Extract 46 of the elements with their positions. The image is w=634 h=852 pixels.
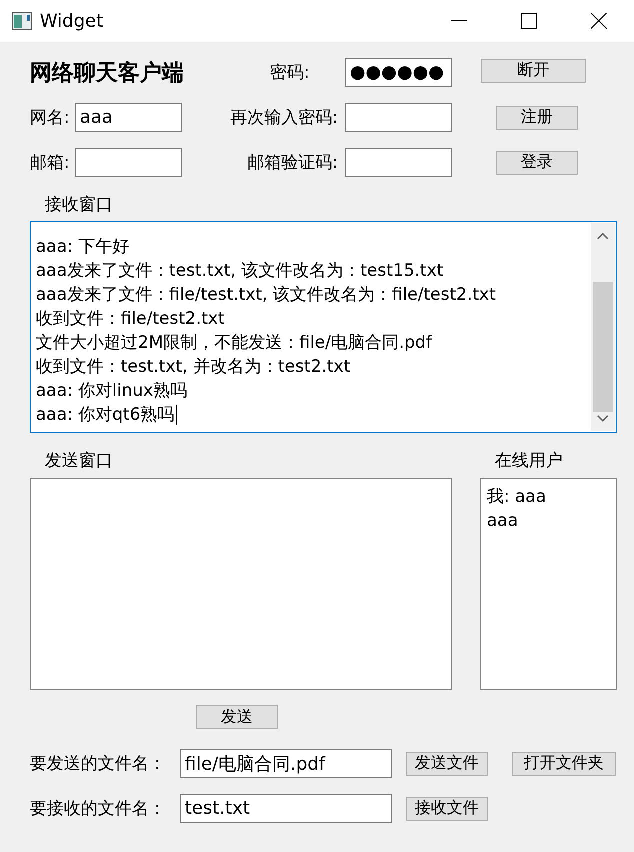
receive-file-field[interactable]: test.txt [180, 794, 392, 823]
user-list-item[interactable]: 我: aaa [487, 485, 610, 509]
message-line: aaa发来了文件：test.txt, 该文件改名为：test15.txt [36, 260, 444, 283]
message-line: aaa: 下午好 [36, 236, 130, 259]
receive-text-area[interactable]: aaa: 下午好 aaa发来了文件：test.txt, 该文件改名为：test15.txt aaa发来了文件：file/test.txt, 该文件改名为：file/test2.txt 收到文件：file/test2.txt 文件大小超过2M限制，不能发送：file/电脑合同.pdf 收到文件：test.txt, 并改名为：test2.txt aaa: 你对linux熟吗 aaa: 你对qt6熟吗 [30, 221, 617, 433]
send-button[interactable]: 发送 [196, 705, 278, 729]
app-icon [12, 12, 32, 30]
user-list-item[interactable]: aaa [487, 509, 610, 533]
message-line: 文件大小超过2M限制，不能发送：file/电脑合同.pdf [36, 332, 432, 355]
field-label: 邮箱验证码: [246, 152, 339, 174]
close-icon[interactable] [591, 13, 607, 29]
section-label: 接收窗口 [45, 194, 114, 216]
open-folder-button[interactable]: 打开文件夹 [512, 752, 616, 776]
message-line: aaa发来了文件：file/test.txt, 该文件改名为：file/test2.txt [36, 284, 496, 307]
maximize-icon[interactable] [521, 13, 537, 29]
field-label: 网名: [30, 107, 71, 129]
field-label: 要发送的文件名： [30, 753, 167, 775]
scroll-down-icon[interactable] [597, 415, 609, 423]
text-cursor [176, 405, 177, 426]
receive-file-button[interactable]: 接收文件 [406, 796, 488, 820]
field-label: 邮箱: [30, 152, 71, 174]
nickname-field[interactable]: aaa [75, 103, 182, 132]
app-heading: 网络聊天客户端 [30, 60, 185, 88]
window-title: Widget [40, 10, 104, 32]
email-field[interactable] [75, 148, 182, 177]
scroll-up-icon[interactable] [597, 232, 609, 240]
email-code-field[interactable] [345, 148, 452, 177]
register-button[interactable]: 注册 [496, 106, 578, 130]
login-button[interactable]: 登录 [496, 150, 578, 174]
password-field[interactable]: ●●●●●● [345, 58, 452, 87]
disconnect-button[interactable]: 断开 [481, 58, 586, 82]
field-label: 密码: [270, 62, 311, 84]
message-line: 收到文件：file/test2.txt [36, 308, 225, 331]
field-label: 再次输入密码: [229, 107, 339, 129]
scrollbar[interactable] [591, 223, 615, 431]
section-label: 在线用户 [495, 450, 563, 472]
confirm-password-field[interactable] [345, 103, 452, 132]
send-file-button[interactable]: 发送文件 [406, 752, 488, 776]
section-label: 发送窗口 [45, 450, 114, 472]
scroll-thumb[interactable] [593, 282, 613, 412]
message-line: aaa: 你对qt6熟吗 [36, 404, 177, 427]
send-file-field[interactable]: file/电脑合同.pdf [180, 749, 392, 778]
message-line: aaa: 你对linux熟吗 [36, 380, 188, 403]
online-user-list[interactable]: 我: aaa aaa [480, 478, 617, 690]
field-label: 要接收的文件名： [30, 798, 167, 820]
message-line: 收到文件：test.txt, 并改名为：test2.txt [36, 356, 351, 379]
